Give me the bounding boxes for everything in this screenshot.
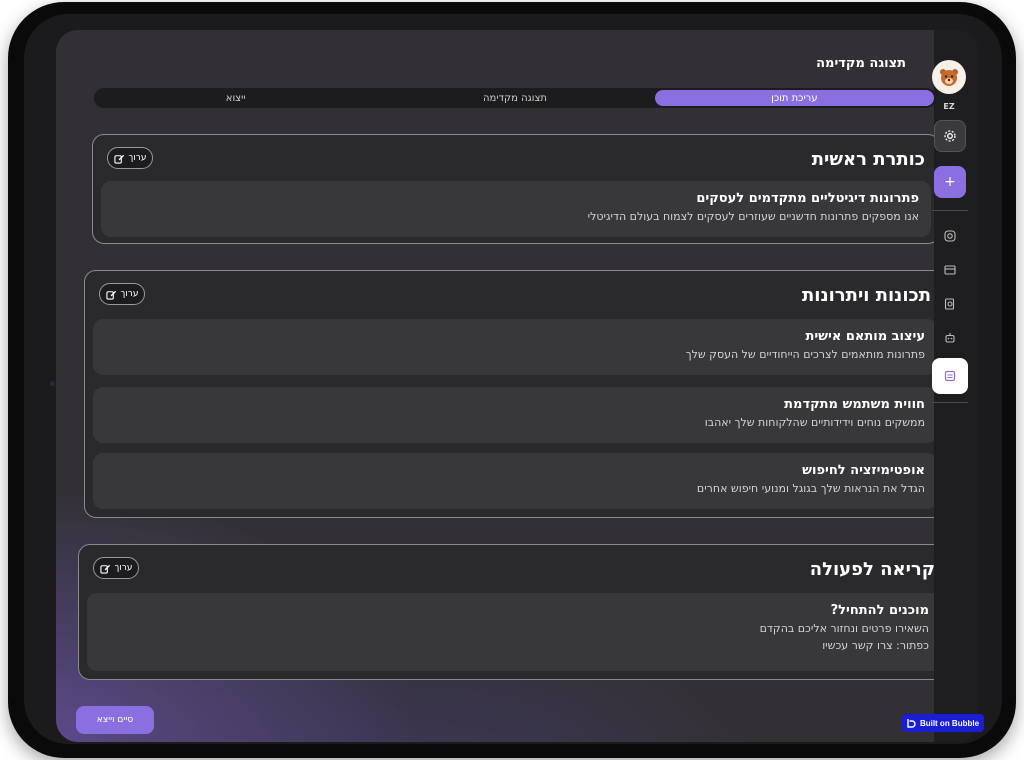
edit-label: ערוך [120,289,139,299]
instagram-icon[interactable] [940,226,960,246]
page-button-active[interactable] [932,358,968,394]
card-title: אופטימיזציה לחיפוש [802,463,925,478]
section-header: כותרת ראשית ערוך [93,135,939,179]
content-card[interactable]: מוכנים להתחיל? השאירו פרטים ונחזור אליכם… [87,593,941,671]
bubble-logo-icon [907,718,916,728]
card-title: חווית משתמש מתקדמת [784,397,925,412]
add-button[interactable]: + [934,166,966,198]
layout-icon[interactable] [940,260,960,280]
edit-button[interactable]: ערוך [93,557,139,579]
edit-icon [113,154,124,164]
add-icon: + [944,174,956,190]
card-text: כפתור: צרו קשר עכשיו [822,639,929,652]
edit-label: ערוך [114,563,133,573]
section-main-heading: כותרת ראשית ערוך פתרונות דיגיטליים מתקדמ… [92,134,940,244]
section-call-to-action: קריאה לפעולה ערוך מוכנים להתחיל? השאירו … [78,544,950,680]
tablet-frame: תצוגה מקדימה עריכת תוכן תצוגה מקדימה ייצ… [8,2,1016,758]
built-on-bubble-badge[interactable]: Built on Bubble [902,714,984,732]
badge-label: Built on Bubble [919,718,980,728]
card-text: ממשקים נוחים וידידותיים שהלקוחות שלך יאה… [704,416,925,429]
edit-label: ערוך [128,153,147,163]
content-card[interactable]: עיצוב מותאם אישית פתרונות מותאמים לצרכים… [93,319,937,375]
content-card[interactable]: אופטימיזציה לחיפוש הגדל את הנראות שלך בג… [93,453,937,509]
tab-bar: עריכת תוכן תצוגה מקדימה ייצוא [94,88,936,108]
sidebar-divider [932,210,968,211]
main-panel: תצוגה מקדימה עריכת תוכן תצוגה מקדימה ייצ… [56,30,950,742]
card-title: מוכנים להתחיל? [830,603,929,618]
card-text: אנו מספקים פתרונות חדשניים שעוזרים לעסקי… [587,210,919,223]
sidebar-divider [932,402,968,403]
section-title: תכונות ויתרונות [802,285,931,306]
user-initials: EZ [943,102,955,111]
avatar[interactable] [932,60,966,94]
edit-icon [99,564,110,574]
app-screen: תצוגה מקדימה עריכת תוכן תצוגה מקדימה ייצ… [56,30,978,742]
section-features: תכונות ויתרונות ערוך עיצוב מותאם אישית פ… [84,270,946,518]
card-title: פתרונות דיגיטליים מתקדמים לעסקים [696,191,919,206]
card-title: עיצוב מותאם אישית [805,329,925,344]
settings-icon [944,130,956,142]
card-text: השאירו פרטים ונחזור אליכם בהקדם [759,622,929,635]
card-text: הגדל את הנראות שלך בגוגל ומנועי חיפוש אח… [696,482,925,495]
section-title: קריאה לפעולה [809,559,935,580]
tablet-bezel: תצוגה מקדימה עריכת תוכן תצוגה מקדימה ייצ… [24,14,1002,744]
settings-button[interactable] [934,120,966,152]
section-header: תכונות ויתרונות ערוך [85,271,945,315]
page-icon [944,370,956,382]
content-card[interactable]: פתרונות דיגיטליים מתקדמים לעסקים אנו מספ… [101,181,931,237]
robot-icon[interactable] [940,328,960,348]
page-title: תצוגה מקדימה [816,56,906,71]
bear-logo-icon [940,69,958,86]
card-text: פתרונות מותאמים לצרכים הייחודיים של העסק… [685,348,925,361]
camera-dot [50,381,55,386]
section-title: כותרת ראשית [811,149,925,170]
search-doc-icon[interactable] [940,294,960,314]
edit-button[interactable]: ערוך [99,283,145,305]
finish-export-button[interactable]: סיים וייצא [76,706,154,734]
sidebar: EZ + [932,30,978,742]
edit-icon [105,290,116,300]
tab-export[interactable]: ייצוא [96,90,375,106]
edit-button[interactable]: ערוך [107,147,153,169]
content-card[interactable]: חווית משתמש מתקדמת ממשקים נוחים וידידותי… [93,387,937,443]
tab-preview[interactable]: תצוגה מקדימה [375,90,654,106]
section-header: קריאה לפעולה ערוך [79,545,949,589]
tab-edit-content[interactable]: עריכת תוכן [654,90,934,106]
